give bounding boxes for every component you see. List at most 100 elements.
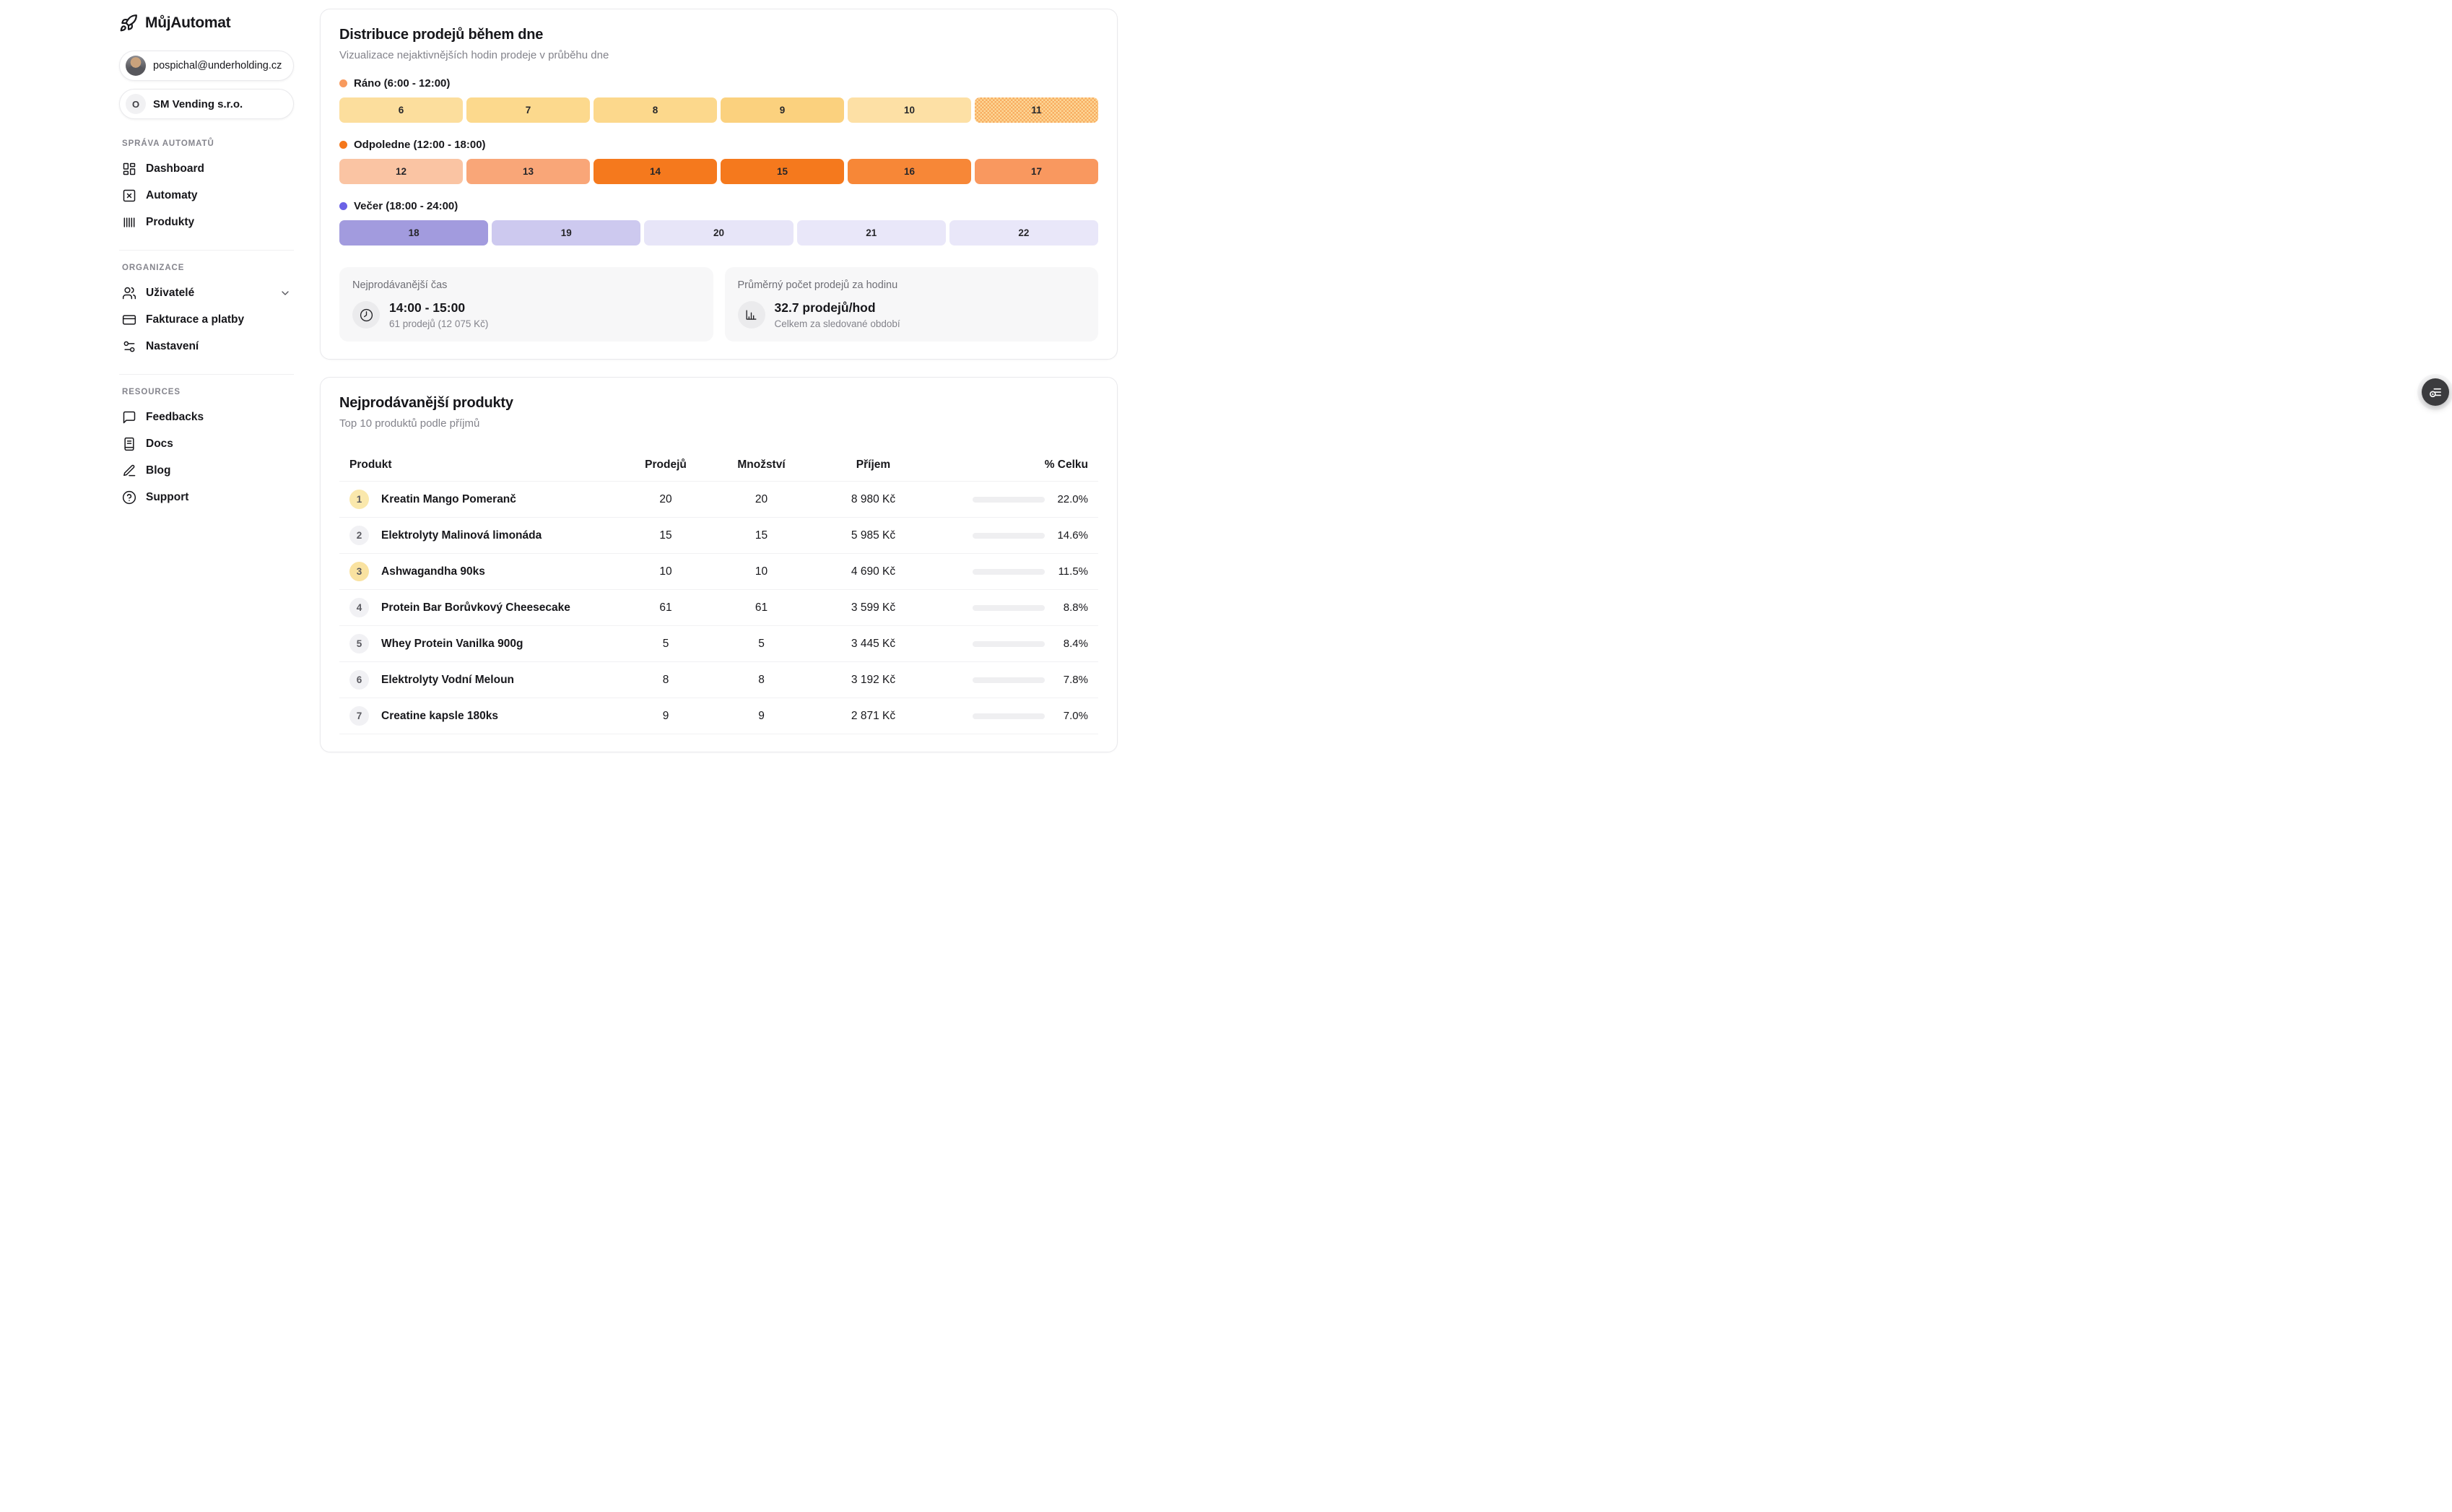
pct-value: 7.8%	[1052, 674, 1088, 686]
rank-badge: 3	[349, 562, 369, 581]
org-switcher-pill[interactable]: O SM Vending s.r.o.	[119, 89, 294, 119]
help-icon	[122, 490, 136, 505]
table-row: 7 Creatine kapsle 180ks 9 9 2 871 Kč 7.0…	[339, 698, 1098, 734]
pct-progress-bar	[973, 605, 1045, 611]
sidebar-item-label: Nastavení	[146, 340, 199, 353]
vending-machine-icon	[122, 188, 136, 203]
sidebar-nav: SPRÁVA AUTOMATŮ Dashboard Automaty Produ…	[119, 139, 294, 510]
stat-label: Průměrný počet prodejů za hodinu	[738, 279, 1086, 291]
sidebar-item-docs[interactable]: Docs	[119, 430, 294, 457]
legend-dot-icon	[339, 141, 347, 149]
sidebar-item-produkty[interactable]: Produkty	[119, 209, 294, 235]
hour-group-label: Ráno (6:00 - 12:00)	[354, 77, 450, 90]
sales-value: 9	[622, 710, 709, 723]
pct-value: 8.8%	[1052, 601, 1088, 614]
table-row: 4 Protein Bar Borůvkový Cheesecake 61 61…	[339, 590, 1098, 626]
hour-heat-cell: 21	[797, 220, 946, 246]
hour-heat-cell: 7	[466, 97, 590, 123]
table-row: 2 Elektrolyty Malinová limonáda 15 15 5 …	[339, 518, 1098, 554]
user-email: pospichal@underholding.cz	[153, 60, 282, 71]
sidebar: MůjAutomat pospichal@underholding.cz O S…	[119, 0, 294, 752]
org-name: SM Vending s.r.o.	[153, 98, 243, 110]
col-sales: Prodejů	[622, 459, 709, 472]
rank-badge: 6	[349, 670, 369, 690]
sidebar-item-label: Feedbacks	[146, 411, 204, 424]
hour-heat-cell: 18	[339, 220, 488, 246]
sales-value: 5	[622, 638, 709, 651]
hour-heat-cell: 9	[721, 97, 844, 123]
sliders-icon	[122, 339, 136, 354]
qty-value: 15	[709, 529, 814, 542]
col-product: Produkt	[349, 459, 622, 472]
stats-row: Nejprodávanější čas 14:00 - 15:00 61 pro…	[339, 267, 1098, 342]
revenue-value: 8 980 Kč	[814, 493, 933, 506]
stat-label: Nejprodávanější čas	[352, 279, 700, 291]
qty-value: 61	[709, 601, 814, 614]
sidebar-item-blog[interactable]: Blog	[119, 457, 294, 484]
sidebar-item-label: Blog	[146, 464, 170, 477]
sidebar-item-label: Fakturace a platby	[146, 313, 244, 326]
stat-sub: 61 prodejů (12 075 Kč)	[389, 318, 488, 329]
app-title: MůjAutomat	[145, 14, 230, 32]
sidebar-item-dashboard[interactable]: Dashboard	[119, 155, 294, 182]
clock-icon	[352, 301, 380, 329]
sidebar-item-support[interactable]: Support	[119, 484, 294, 510]
qty-value: 20	[709, 493, 814, 506]
app-root: MůjAutomat pospichal@underholding.cz O S…	[0, 0, 1226, 752]
barcode-icon	[122, 215, 136, 230]
pct-value: 11.5%	[1052, 565, 1088, 578]
nav-section: ORGANIZACE Uživatelé Fakturace a platby …	[119, 250, 294, 360]
hour-distribution: Ráno (6:00 - 12:00) 67891011 Odpoledne (…	[339, 77, 1098, 246]
hour-group-label: Odpoledne (12:00 - 18:00)	[354, 139, 486, 151]
table-header: Produkt Prodejů Množství Příjem % Celku	[339, 448, 1098, 482]
stat-sub: Celkem za sledované období	[775, 318, 900, 329]
app-logo[interactable]: MůjAutomat	[119, 11, 294, 35]
sidebar-item-automaty[interactable]: Automaty	[119, 182, 294, 209]
hour-heat-cell: 8	[594, 97, 717, 123]
pct-value: 8.4%	[1052, 638, 1088, 650]
hour-group: Ráno (6:00 - 12:00) 67891011	[339, 77, 1098, 123]
sidebar-item-label: Automaty	[146, 189, 197, 202]
pct-value: 22.0%	[1052, 493, 1088, 505]
sales-value: 20	[622, 493, 709, 506]
hour-heat-cell: 22	[949, 220, 1098, 246]
product-name: Elektrolyty Malinová limonáda	[381, 529, 622, 542]
rank-badge: 4	[349, 598, 369, 617]
hour-group-legend: Večer (18:00 - 24:00)	[339, 200, 1098, 212]
top-products-table: Produkt Prodejů Množství Příjem % Celku …	[339, 448, 1098, 734]
sidebar-item-u-ivatel-[interactable]: Uživatelé	[119, 279, 294, 306]
qty-value: 9	[709, 710, 814, 723]
rocket-icon	[119, 14, 138, 32]
hour-heat-cell: 16	[848, 159, 971, 184]
sidebar-item-feedbacks[interactable]: Feedbacks	[119, 404, 294, 430]
qty-value: 10	[709, 565, 814, 578]
panel-title: Distribuce prodejů během dne	[339, 27, 1098, 43]
sales-value: 8	[622, 674, 709, 687]
stat-value: 14:00 - 15:00	[389, 300, 488, 316]
top-products-panel: Nejprodávanější produkty Top 10 produktů…	[320, 377, 1118, 752]
qty-value: 8	[709, 674, 814, 687]
revenue-value: 3 599 Kč	[814, 601, 933, 614]
pct-progress-bar	[973, 677, 1045, 683]
nav-section-label: SPRÁVA AUTOMATŮ	[119, 139, 294, 148]
message-icon	[122, 410, 136, 425]
avg-sales-card: Průměrný počet prodejů za hodinu 32.7 pr…	[725, 267, 1099, 342]
hour-heat-cell: 15	[721, 159, 844, 184]
hour-group: Odpoledne (12:00 - 18:00) 121314151617	[339, 139, 1098, 184]
sidebar-item-label: Docs	[146, 438, 173, 451]
changelog-fab-button[interactable]	[2422, 378, 2449, 406]
account-pill[interactable]: pospichal@underholding.cz	[119, 51, 294, 81]
legend-dot-icon	[339, 202, 347, 210]
dashboard-icon	[122, 162, 136, 176]
hour-group-label: Večer (18:00 - 24:00)	[354, 200, 458, 212]
sidebar-item-nastaven-[interactable]: Nastavení	[119, 333, 294, 360]
qty-value: 5	[709, 638, 814, 651]
product-name: Whey Protein Vanilka 900g	[381, 638, 622, 651]
stat-value: 32.7 prodejů/hod	[775, 300, 900, 316]
rank-badge: 1	[349, 490, 369, 509]
pct-value: 14.6%	[1052, 529, 1088, 542]
table-row: 1 Kreatin Mango Pomeranč 20 20 8 980 Kč …	[339, 482, 1098, 518]
table-row: 5 Whey Protein Vanilka 900g 5 5 3 445 Kč…	[339, 626, 1098, 662]
product-name: Kreatin Mango Pomeranč	[381, 493, 622, 506]
sidebar-item-fakturace-a-platby[interactable]: Fakturace a platby	[119, 306, 294, 333]
